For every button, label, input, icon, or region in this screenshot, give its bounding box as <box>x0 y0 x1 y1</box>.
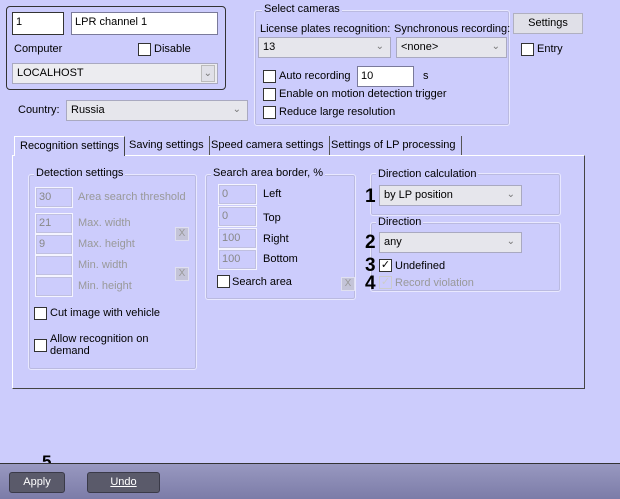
max-width-input[interactable]: 21 <box>35 213 73 234</box>
lpr-label: License plates recognition: <box>260 23 391 35</box>
computer-select[interactable]: LOCALHOST ⌄ <box>12 63 218 84</box>
apply-button[interactable]: Apply <box>9 472 65 493</box>
direction-select[interactable]: any ⌄ <box>379 232 522 253</box>
min-height-label: Min. height <box>78 280 132 292</box>
direction-title: Direction <box>376 216 424 228</box>
tab-speed-camera-settings[interactable]: Speed camera settings <box>206 136 330 155</box>
disable-label: Disable <box>154 43 191 55</box>
sync-label: Synchronous recording: <box>394 23 511 35</box>
tab-saving-settings[interactable]: Saving settings <box>124 136 210 155</box>
tab-lp-processing[interactable]: Settings of LP processing <box>326 136 462 155</box>
auto-recording-label: Auto recording <box>279 70 351 82</box>
motion-trigger-label: Enable on motion detection trigger <box>279 88 447 100</box>
right-label: Right <box>263 233 289 245</box>
entry-label: Entry <box>537 43 563 55</box>
min-height-input[interactable] <box>35 276 73 297</box>
search-area-label: Search area <box>232 276 292 288</box>
search-area-checkbox[interactable] <box>217 275 230 288</box>
record-violation-label: Record violation <box>395 277 474 289</box>
max-height-label: Max. height <box>78 238 135 250</box>
threshold-label: Area search threshold <box>78 191 186 203</box>
marker-2: 2 <box>365 232 376 253</box>
chevron-down-icon: ⌄ <box>506 236 515 247</box>
disable-checkbox[interactable] <box>138 43 151 56</box>
allow-recognition-label: Allow recognition on demand <box>50 333 149 357</box>
channel-name-input[interactable]: LPR channel 1 <box>71 12 218 35</box>
reduce-resolution-label: Reduce large resolution <box>279 106 396 118</box>
right-input[interactable]: 100 <box>218 228 257 249</box>
top-input[interactable]: 0 <box>218 206 257 227</box>
tab-recognition-settings[interactable]: Recognition settings <box>14 136 126 156</box>
max-height-input[interactable]: 9 <box>35 234 73 255</box>
chevron-down-icon: ⌄ <box>200 65 215 82</box>
computer-value: LOCALHOST <box>17 67 84 79</box>
left-input[interactable]: 0 <box>218 184 257 205</box>
left-label: Left <box>263 188 282 200</box>
marker-4: 4 <box>365 273 376 294</box>
direction-calculation-title: Direction calculation <box>376 168 479 180</box>
marker-1: 1 <box>365 186 376 207</box>
computer-label: Computer <box>14 43 63 55</box>
chevron-down-icon: ⌄ <box>375 41 384 52</box>
country-select[interactable]: Russia ⌄ <box>66 100 248 121</box>
bottom-label: Bottom <box>263 253 298 265</box>
reduce-resolution-checkbox[interactable] <box>263 106 276 119</box>
country-label: Country: <box>18 104 60 116</box>
min-width-input[interactable] <box>35 255 73 276</box>
max-width-label: Max. width <box>78 217 131 229</box>
country-value: Russia <box>71 104 105 116</box>
sync-camera-select[interactable]: <none> ⌄ <box>396 37 507 58</box>
lpr-camera-value: 13 <box>263 41 276 53</box>
channel-id-input[interactable]: 1 <box>12 12 64 35</box>
seconds-label: s <box>423 70 429 82</box>
auto-recording-input[interactable]: 10 <box>357 66 414 87</box>
detection-settings-title: Detection settings <box>34 167 126 179</box>
lpr-camera-select[interactable]: 13 ⌄ <box>258 37 391 58</box>
cut-image-checkbox[interactable] <box>34 307 47 320</box>
direction-calculation-select[interactable]: by LP position ⌄ <box>379 185 522 206</box>
select-cameras-title: Select cameras <box>262 3 342 15</box>
undo-button[interactable]: Undo <box>87 472 160 493</box>
auto-recording-checkbox[interactable] <box>263 70 276 83</box>
undefined-checkbox[interactable]: ✓ <box>379 259 392 272</box>
entry-checkbox[interactable] <box>521 43 534 56</box>
bottom-input[interactable]: 100 <box>218 249 257 270</box>
undefined-label: Undefined <box>395 260 446 272</box>
threshold-input[interactable]: 30 <box>35 187 73 208</box>
direction-value: any <box>384 236 402 248</box>
chevron-down-icon: ⌄ <box>506 189 515 200</box>
top-label: Top <box>263 212 281 224</box>
settings-button[interactable]: Settings <box>513 13 583 34</box>
min-width-label: Min. width <box>78 259 128 271</box>
clear-max-button[interactable]: X <box>175 227 189 241</box>
chevron-down-icon: ⌄ <box>491 41 500 52</box>
clear-min-button[interactable]: X <box>175 267 189 281</box>
allow-recognition-checkbox[interactable] <box>34 339 47 352</box>
search-area-title: Search area border, % <box>211 167 326 179</box>
sync-camera-value: <none> <box>401 41 439 53</box>
direction-calculation-value: by LP position <box>384 189 453 201</box>
motion-trigger-checkbox[interactable] <box>263 88 276 101</box>
clear-search-area-button[interactable]: X <box>341 277 355 291</box>
chevron-down-icon: ⌄ <box>232 104 241 115</box>
record-violation-checkbox[interactable]: ✓ <box>379 276 392 289</box>
cut-image-label: Cut image with vehicle <box>50 307 161 319</box>
